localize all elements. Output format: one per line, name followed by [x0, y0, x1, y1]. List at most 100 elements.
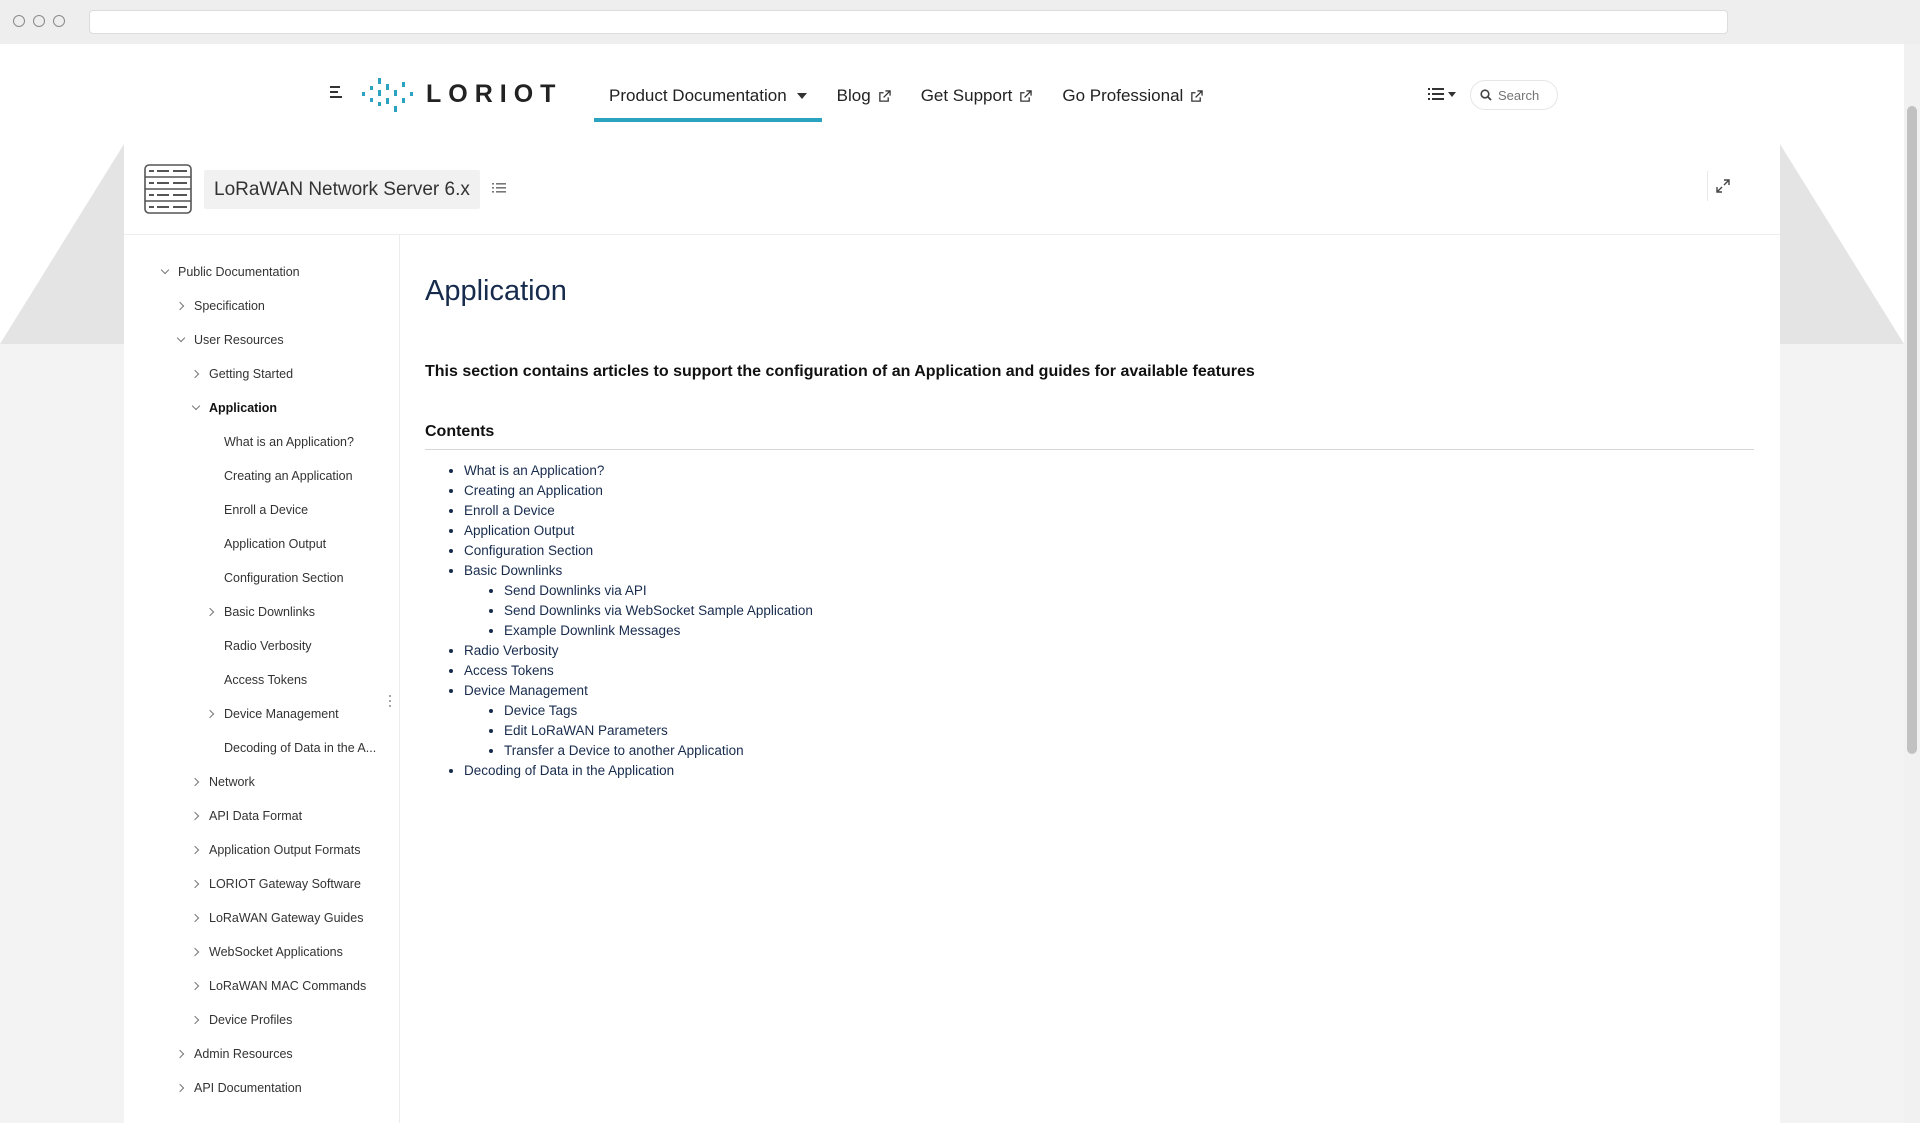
toc-item: Enroll a Device — [464, 501, 813, 521]
toc-link[interactable]: Device Tags — [504, 703, 577, 718]
chevron-right-icon[interactable] — [190, 981, 200, 991]
menu-icon[interactable] — [330, 86, 342, 100]
page-tree-icon[interactable] — [492, 182, 506, 196]
chevron-right-icon[interactable] — [190, 369, 200, 379]
chevron-right-icon[interactable] — [190, 777, 200, 787]
toc-link[interactable]: Configuration Section — [464, 543, 593, 558]
address-bar[interactable] — [89, 10, 1728, 34]
tree-item-application[interactable]: Application — [191, 396, 277, 420]
tree-item-decoding-of-data[interactable]: Decoding of Data in the A... — [224, 736, 376, 760]
tree-item-getting-started[interactable]: Getting Started — [190, 362, 293, 386]
scrollbar-thumb[interactable] — [1907, 106, 1917, 754]
nav-go-professional-label: Go Professional — [1062, 86, 1184, 105]
tree-item-enroll-a-device[interactable]: Enroll a Device — [224, 498, 308, 522]
tree-item-user-resources[interactable]: User Resources — [176, 328, 284, 352]
tree-item-radio-verbosity[interactable]: Radio Verbosity — [224, 634, 312, 658]
chevron-right-icon[interactable] — [175, 1049, 185, 1059]
chevron-right-icon[interactable] — [205, 607, 215, 617]
nav-get-support[interactable]: Get Support — [906, 78, 1048, 114]
tree-item-specification[interactable]: Specification — [175, 294, 265, 318]
toc-link[interactable]: Application Output — [464, 523, 574, 538]
search-field[interactable] — [1470, 80, 1558, 110]
toc-link[interactable]: What is an Application? — [464, 463, 604, 478]
window-maximize-button[interactable] — [53, 15, 65, 27]
contents-divider — [425, 449, 1754, 450]
chevron-right-icon[interactable] — [175, 1083, 185, 1093]
tree-item-what-is-an-application[interactable]: What is an Application? — [224, 430, 354, 454]
tree-item-websocket-applications[interactable]: WebSocket Applications — [190, 940, 343, 964]
chevron-right-icon[interactable] — [190, 811, 200, 821]
tree-item-api-documentation[interactable]: API Documentation — [175, 1076, 302, 1100]
tree-item-device-management[interactable]: Device Management — [205, 702, 339, 726]
chevron-right-icon[interactable] — [190, 1015, 200, 1025]
chevron-right-icon[interactable] — [205, 709, 215, 719]
toc-link[interactable]: Example Downlink Messages — [504, 623, 680, 638]
toc-link[interactable]: Send Downlinks via API — [504, 583, 647, 598]
tree-item-lorawan-mac-commands[interactable]: LoRaWAN MAC Commands — [190, 974, 367, 998]
space-title: LoRaWAN Network Server 6.x — [214, 178, 470, 200]
tree-item-basic-downlinks[interactable]: Basic Downlinks — [205, 600, 316, 624]
toc-link[interactable]: Edit LoRaWAN Parameters — [504, 723, 668, 738]
tree-item-public-documentation[interactable]: Public Documentation — [160, 260, 300, 284]
toc-item: Application Output — [464, 521, 813, 541]
tree-item-application-output[interactable]: Application Output — [224, 532, 326, 556]
sidebar-resize-handle[interactable] — [389, 695, 393, 711]
space-title-container[interactable]: LoRaWAN Network Server 6.x — [204, 170, 480, 209]
tree-item-application-output-formats[interactable]: Application Output Formats — [190, 838, 361, 862]
tree-item-device-profiles[interactable]: Device Profiles — [190, 1008, 292, 1032]
toc-subitem: Send Downlinks via WebSocket Sample Appl… — [504, 601, 813, 621]
tree-item-label: Network — [209, 775, 255, 789]
external-link-icon — [1191, 89, 1204, 102]
toc-item: Decoding of Data in the Application — [464, 761, 813, 781]
tree-item-label: Specification — [194, 299, 265, 313]
tree-item-lorawan-gateway-guides[interactable]: LoRaWAN Gateway Guides — [190, 906, 363, 930]
contents-heading: Contents — [425, 423, 495, 440]
chevron-down-icon[interactable] — [191, 401, 201, 411]
tree-item-creating-an-application[interactable]: Creating an Application — [224, 464, 353, 488]
chevron-right-icon[interactable] — [190, 913, 200, 923]
toc-subitem: Transfer a Device to another Application — [504, 741, 813, 761]
toc-link[interactable]: Radio Verbosity — [464, 643, 559, 658]
tree-item-network[interactable]: Network — [190, 770, 255, 794]
tree-item-label: Basic Downlinks — [224, 605, 316, 619]
toc-link[interactable]: Send Downlinks via WebSocket Sample Appl… — [504, 603, 813, 618]
list-view-menu-button[interactable] — [1428, 85, 1458, 103]
nav-product-documentation[interactable]: Product Documentation — [594, 78, 822, 122]
external-link-icon — [878, 89, 891, 102]
tree-item-loriot-gateway-software[interactable]: LORIOT Gateway Software — [190, 872, 361, 896]
page-title: Application — [425, 275, 567, 307]
nav-get-support-label: Get Support — [920, 86, 1013, 105]
tree-item-label: Application Output Formats — [209, 843, 361, 857]
decor-left — [0, 144, 124, 344]
toc-link[interactable]: Transfer a Device to another Application — [504, 743, 744, 758]
nav-blog[interactable]: Blog — [822, 78, 906, 114]
page-scrollbar[interactable] — [1904, 44, 1920, 1123]
tree-item-label: What is an Application? — [224, 435, 354, 449]
chevron-right-icon[interactable] — [175, 301, 185, 311]
tree-item-configuration-section[interactable]: Configuration Section — [224, 566, 344, 590]
loriot-logo[interactable]: LORIOT — [362, 72, 562, 116]
nav-go-professional[interactable]: Go Professional — [1047, 78, 1218, 114]
chevron-down-icon[interactable] — [176, 333, 186, 343]
tree-item-api-data-format[interactable]: API Data Format — [190, 804, 302, 828]
window-minimize-button[interactable] — [33, 15, 45, 27]
toc-link[interactable]: Basic Downlinks — [464, 563, 562, 578]
chevron-down-icon[interactable] — [160, 265, 170, 275]
toc-link[interactable]: Decoding of Data in the Application — [464, 763, 674, 778]
chevron-right-icon[interactable] — [190, 879, 200, 889]
server-icon[interactable] — [144, 164, 192, 214]
tree-item-admin-resources[interactable]: Admin Resources — [175, 1042, 293, 1066]
chevron-right-icon[interactable] — [190, 845, 200, 855]
toc-link[interactable]: Creating an Application — [464, 483, 603, 498]
chevron-right-icon[interactable] — [190, 947, 200, 957]
tree-item-label: LoRaWAN MAC Commands — [209, 979, 367, 993]
toc-link[interactable]: Access Tokens — [464, 663, 554, 678]
window-close-button[interactable] — [13, 15, 25, 27]
tree-item-label: Access Tokens — [224, 673, 308, 687]
toc-link[interactable]: Enroll a Device — [464, 503, 555, 518]
toc-link[interactable]: Device Management — [464, 683, 588, 698]
search-input[interactable] — [1498, 87, 1554, 103]
tree-item-label: Enroll a Device — [224, 503, 309, 517]
expand-content-button[interactable] — [1707, 171, 1738, 201]
tree-item-access-tokens[interactable]: Access Tokens — [224, 668, 307, 692]
